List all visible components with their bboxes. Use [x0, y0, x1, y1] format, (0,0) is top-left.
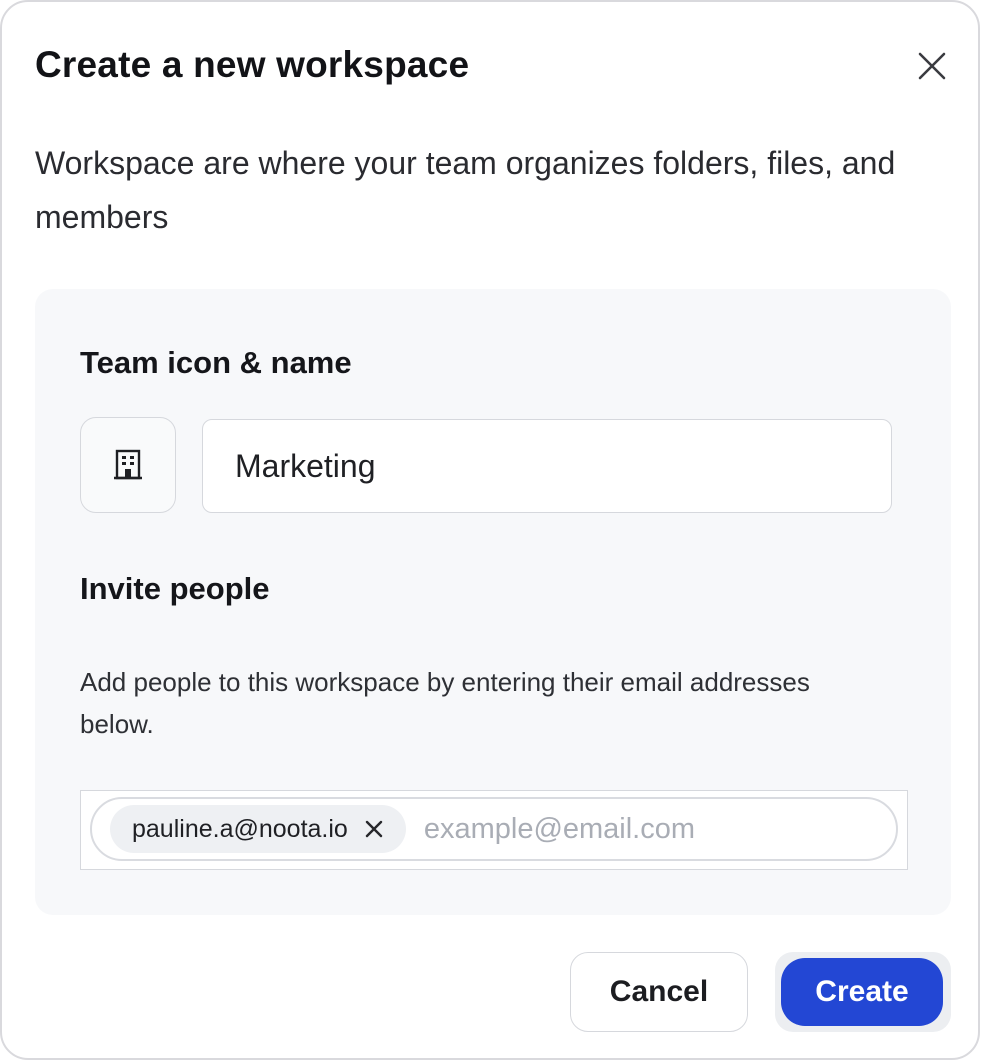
create-workspace-dialog: Create a new workspace Workspace are whe…: [0, 0, 980, 1060]
create-button-focus-ring: Create: [775, 952, 951, 1032]
workspace-form-panel: Team icon & name Invite people Add peopl…: [35, 289, 951, 915]
invite-help-text: Add people to this workspace by entering…: [80, 667, 810, 739]
close-button[interactable]: [908, 42, 956, 90]
invite-email-field: pauline.a@noota.io: [80, 790, 908, 870]
team-name-input[interactable]: [202, 419, 892, 513]
team-section-label: Team icon & name: [80, 345, 352, 380]
email-input[interactable]: [421, 811, 766, 847]
dialog-title: Create a new workspace: [35, 44, 470, 85]
team-icon-picker[interactable]: [80, 417, 176, 513]
invite-email-container[interactable]: pauline.a@noota.io: [90, 797, 898, 861]
email-chip-label: pauline.a@noota.io: [132, 814, 348, 843]
close-icon: [365, 820, 383, 838]
cancel-button[interactable]: Cancel: [570, 952, 748, 1032]
close-icon: [918, 52, 946, 80]
email-chip-remove-button[interactable]: [362, 817, 386, 841]
building-icon: [114, 449, 142, 480]
dialog-description: Workspace are where your team organizes …: [35, 145, 896, 235]
invite-section-label: Invite people: [80, 571, 270, 606]
email-chip: pauline.a@noota.io: [110, 805, 406, 853]
create-button[interactable]: Create: [781, 958, 943, 1026]
